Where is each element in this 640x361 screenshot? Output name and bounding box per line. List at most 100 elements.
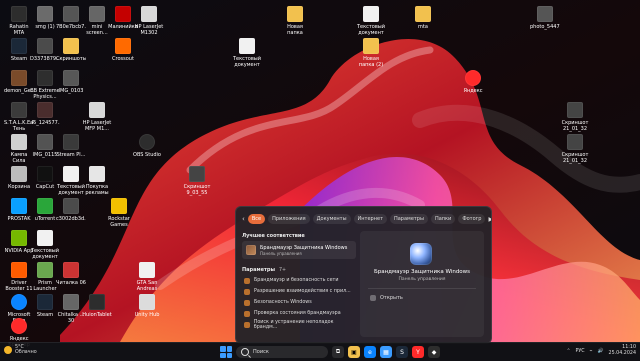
app-icon <box>37 262 53 278</box>
edge-taskbar-icon[interactable]: e <box>364 346 376 358</box>
start-icon-square <box>226 352 232 358</box>
icon-label: Новая папка <box>287 24 303 36</box>
taskbar-search-placeholder: Поиск <box>253 349 269 355</box>
taskbar: 5°C Облачно Поиск ⧉ ▣ e ▦ S Y ◆ ⌃ РУС ⌁ … <box>0 342 640 361</box>
volume-icon[interactable]: 🔊 <box>598 349 604 354</box>
tab-folders[interactable]: Папки <box>430 214 456 224</box>
tab-apps[interactable]: Приложения <box>268 214 310 224</box>
icon-label: photo_5447... <box>530 24 560 30</box>
icon-obs[interactable]: OBS Studio <box>132 134 162 168</box>
document-icon <box>37 230 53 246</box>
icon-yandex[interactable]: Яндекс <box>458 70 488 104</box>
icon-chitalka-06[interactable]: Читалка 06 <box>56 262 86 296</box>
result-item[interactable]: Разрешение взаимодействия с прил... <box>242 286 356 297</box>
icon-new-folder[interactable]: Новая папка <box>280 6 310 40</box>
icon-screenshot-21-01-32-2[interactable]: Скриншот 21_01_32 (2) <box>560 134 590 168</box>
app-taskbar-icon[interactable]: ◆ <box>428 346 440 358</box>
icon-text-document-4[interactable]: Текстовый документ <box>232 38 262 72</box>
icon-label: HP LaserJet MFP M1... <box>82 120 112 132</box>
icon-text-document[interactable]: Текстовый документ <box>30 230 60 264</box>
icon-a5-124577[interactable]: a5_124577... <box>30 102 60 136</box>
icon-photo-5447[interactable]: photo_5447... <box>530 6 560 40</box>
folder-icon <box>63 38 79 54</box>
file-explorer-icon[interactable]: ▣ <box>348 346 360 358</box>
best-match-title: Брандмауэр Защитника Windows <box>260 244 348 251</box>
open-label: Открыть <box>380 295 403 301</box>
result-item[interactable]: Безопасность Windows <box>242 297 356 308</box>
icon-stream-pl[interactable]: Stream Pl... <box>56 134 86 168</box>
tab-photos[interactable]: Фотогр <box>458 214 486 224</box>
icon-gta-sa[interactable]: GTA San Andreas <box>132 262 162 296</box>
yandex-taskbar-icon[interactable]: Y <box>412 346 424 358</box>
icon-hp-laserjet-2[interactable]: HP LaserJet M1302 MFP... <box>134 6 164 40</box>
app-icon <box>11 230 27 246</box>
icon-unity-hub[interactable]: Unity Hub <box>132 294 162 328</box>
app-icon <box>11 134 27 150</box>
weather-icon <box>4 346 12 354</box>
more-tabs-icon[interactable]: ▶ <box>488 214 491 224</box>
icon-huion-tablet[interactable]: HuionTablet <box>82 294 112 328</box>
clock[interactable]: 11:10 25.04.2024 <box>609 345 636 357</box>
icon-mta[interactable]: mta <box>408 6 438 40</box>
best-match-subtitle: Панель управления <box>260 250 302 256</box>
icon-crossout[interactable]: Crossout <box>108 38 138 72</box>
preview-pane: Брандмауэр Защитника Windows Панель упра… <box>360 231 484 337</box>
icon-screenshot-9-03-55[interactable]: Скриншот 9_03_55 <box>182 166 212 200</box>
result-item[interactable]: Проверка состояния брандмауэра <box>242 308 356 319</box>
icon-label: Unity Hub <box>134 312 160 318</box>
settings-header: Параметры <box>242 267 275 273</box>
start-icon-square <box>226 346 232 352</box>
printer-icon <box>141 6 157 22</box>
app-icon <box>11 198 27 214</box>
icon-label: mta <box>418 24 428 30</box>
language-indicator[interactable]: РУС <box>575 349 584 354</box>
icon-c3002db3d[interactable]: c3002db3d... <box>56 198 86 232</box>
result-label: Безопасность Windows <box>254 300 312 305</box>
icon-purchase-ads[interactable]: Покупка рекламы <box>82 166 112 200</box>
document-icon <box>63 294 79 310</box>
icon-label: Текстовый документ <box>30 248 59 260</box>
date: 25.04.2024 <box>608 351 636 356</box>
tab-documents[interactable]: Документы <box>312 214 351 224</box>
icon-screenshots[interactable]: Скриншоты <box>56 38 86 72</box>
app-icon <box>11 262 27 278</box>
image-icon <box>567 102 583 118</box>
result-label: Поиск и устранение неполадок брандм... <box>253 319 334 330</box>
folder-icon <box>415 6 431 22</box>
image-icon <box>567 134 583 150</box>
weather-widget[interactable]: 5°C Облачно <box>4 345 37 355</box>
document-icon <box>363 6 379 22</box>
network-icon[interactable]: ⌁ <box>590 349 593 354</box>
yandex-icon <box>465 70 481 86</box>
open-action[interactable]: Открыть <box>370 295 403 301</box>
result-item[interactable]: Поиск и устранение неполадок брандм... <box>242 319 356 330</box>
icon-label: HP LaserJet M1302 MFP... <box>134 24 164 36</box>
icon-text-document-3[interactable]: Текстовый документ (2) <box>356 6 386 40</box>
tab-web[interactable]: Интернет <box>353 214 387 224</box>
start-button[interactable] <box>220 346 232 358</box>
icon-label: c3002db3d... <box>56 216 86 222</box>
task-view-icon[interactable]: ⧉ <box>332 346 344 358</box>
icon-rockstar[interactable]: Rockstar Games Launcher <box>104 198 134 232</box>
image-icon <box>37 134 53 150</box>
result-item[interactable]: Брандмауэр и безопасность сети <box>242 275 356 286</box>
steam-taskbar-icon[interactable]: S <box>396 346 408 358</box>
taskbar-search[interactable]: Поиск <box>236 346 328 358</box>
search-icon <box>241 348 249 356</box>
icon-hp-laserjet[interactable]: HP LaserJet MFP M1... <box>82 102 112 136</box>
tab-settings[interactable]: Параметры <box>389 214 428 224</box>
image-icon <box>63 70 79 86</box>
back-icon[interactable]: ‹ <box>242 214 245 224</box>
crossout-icon <box>115 38 131 54</box>
icon-img-0103[interactable]: IMG_0103 <box>56 70 86 104</box>
icon-screenshot-21-01-32[interactable]: Скриншот 21_01_32 <box>560 102 590 136</box>
best-match-item[interactable]: Брандмауэр Защитника Windows Панель упра… <box>242 241 356 259</box>
app-icon <box>11 102 27 118</box>
icon-new-folder-2[interactable]: Новая папка (2) <box>356 38 386 72</box>
obs-icon <box>139 134 155 150</box>
tab-all[interactable]: Все <box>247 214 266 224</box>
image-icon <box>189 166 205 182</box>
tray-chevron-icon[interactable]: ⌃ <box>566 349 570 354</box>
app-icon <box>89 294 105 310</box>
store-icon[interactable]: ▦ <box>380 346 392 358</box>
